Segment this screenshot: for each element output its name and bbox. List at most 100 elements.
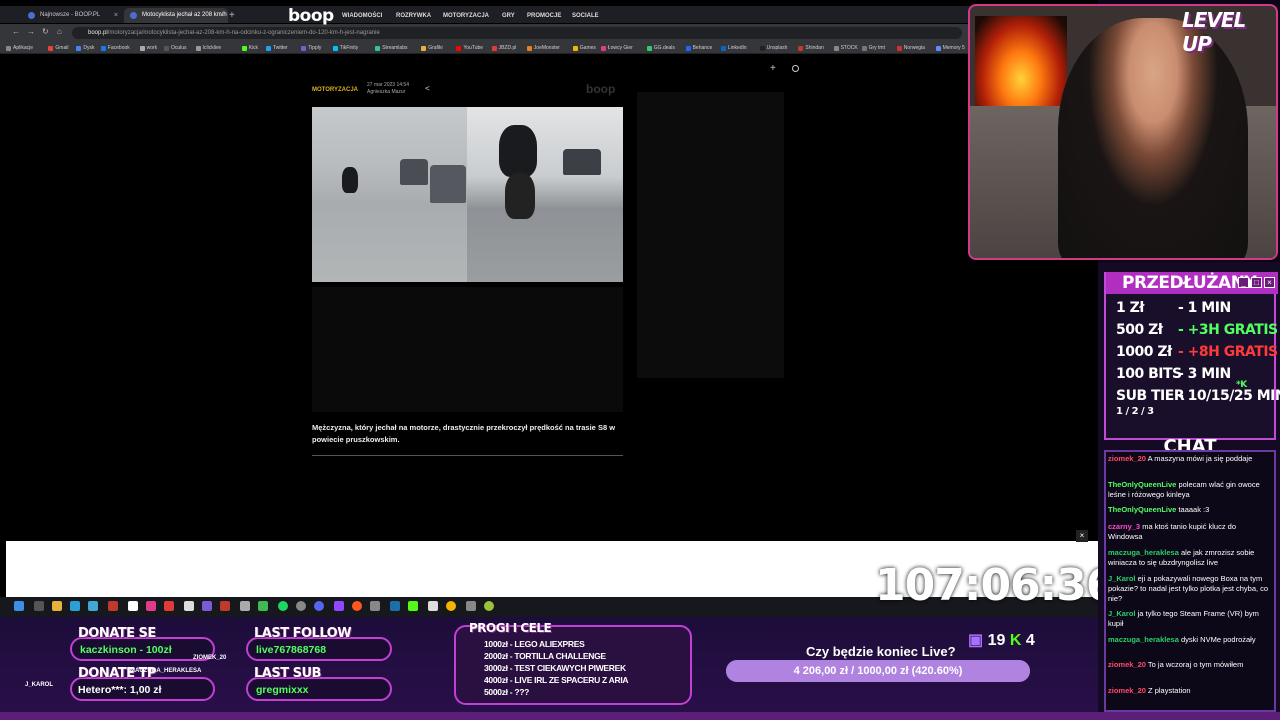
nav-motoryzacja[interactable]: MOTORYZACJA: [443, 13, 489, 19]
close-icon[interactable]: ×: [1076, 530, 1088, 542]
nav-wiadomosci[interactable]: WIADOMOŚCI: [342, 13, 382, 19]
close-tab-icon[interactable]: ×: [114, 8, 118, 23]
bookmark-item[interactable]: Aplikacje: [6, 43, 33, 53]
kick-icon: K: [1009, 632, 1022, 649]
home-icon[interactable]: ⌂: [57, 27, 62, 36]
tab-motocyklista[interactable]: Motocyklista jechał aż 208 km/h ×: [124, 8, 228, 23]
bookmark-label: STOCK: [840, 45, 858, 51]
chat-username: J_Karol: [1108, 609, 1136, 618]
app-icon[interactable]: [108, 601, 118, 611]
search-icon[interactable]: [792, 65, 799, 72]
store-icon[interactable]: [88, 601, 98, 611]
goal-item: 5000zł - ???: [484, 687, 530, 697]
plus-icon[interactable]: +: [770, 63, 776, 74]
url-field[interactable]: boop.pl/motoryzacja/motocyklista-jechal-…: [72, 27, 962, 39]
folder-icon[interactable]: [52, 601, 62, 611]
bookmark-favicon-icon: [301, 46, 307, 51]
bookmark-item[interactable]: Facebook: [100, 43, 130, 53]
chrome-icon[interactable]: [446, 601, 456, 611]
bookmark-item[interactable]: Grafiki: [421, 43, 443, 53]
boop-logo[interactable]: boop: [288, 6, 334, 26]
bookmark-item[interactable]: JBZD.pl: [491, 43, 516, 53]
bookmark-item[interactable]: JoeMonster: [526, 43, 560, 53]
chatter-tag: ZIOMEK_20: [193, 655, 227, 661]
tier-levels: 1 / 2 / 3: [1116, 406, 1154, 417]
nav-rozrywka[interactable]: ROZRYWKA: [396, 13, 431, 19]
app-icon[interactable]: [146, 601, 156, 611]
bookmark-favicon-icon: [798, 46, 804, 51]
bookmark-item[interactable]: Norwegia: [896, 43, 925, 53]
bookmark-item[interactable]: TikFinity: [332, 43, 358, 53]
app-icon[interactable]: [334, 601, 344, 611]
bookmark-item[interactable]: STOCK: [833, 43, 858, 53]
xbox-icon[interactable]: [258, 601, 268, 611]
bookmark-label: Aplikacje: [13, 45, 34, 51]
spotify-icon[interactable]: [278, 601, 288, 611]
nav-promocje[interactable]: PROMOCJE: [527, 13, 561, 19]
goal-item: 3000zł - TEST CIEKAWYCH PIWEREK: [484, 663, 626, 673]
bookmark-item[interactable]: Games: [572, 43, 596, 53]
bookmark-item[interactable]: Tipply: [301, 43, 321, 53]
steam-icon[interactable]: [390, 601, 400, 611]
bookmark-item[interactable]: Behance: [685, 43, 712, 53]
motorcycle-shape: [342, 167, 358, 193]
app-icon[interactable]: [128, 601, 138, 611]
bookmark-item[interactable]: Gmail: [48, 43, 68, 53]
app-icon[interactable]: [220, 601, 230, 611]
bookmark-item[interactable]: Dysk: [76, 43, 95, 53]
app-icon[interactable]: [202, 601, 212, 611]
bookmark-item[interactable]: work: [139, 43, 157, 53]
app-icon[interactable]: [164, 601, 174, 611]
bookmark-item[interactable]: YouTube: [456, 43, 483, 53]
subathon-time: - 10/15/25 MIN: [1178, 388, 1280, 404]
bookmark-item[interactable]: Shindan: [798, 43, 824, 53]
article-category[interactable]: MOTORYZACJA: [312, 87, 358, 93]
video-frame-right: [467, 107, 623, 282]
bookmark-label: Facebook: [107, 45, 130, 51]
app-icon[interactable]: [70, 601, 80, 611]
sidebar-ad-placeholder: [637, 92, 784, 378]
start-icon[interactable]: [14, 601, 24, 611]
reload-icon[interactable]: ↻: [42, 27, 49, 36]
bookmark-item[interactable]: Twitter: [266, 43, 288, 53]
car-shape: [563, 149, 601, 175]
file-icon[interactable]: [184, 601, 194, 611]
car-shape: [430, 165, 466, 203]
bookmark-item[interactable]: Iclicklive: [195, 43, 221, 53]
bookmark-item[interactable]: Streamlabs: [375, 43, 407, 53]
nav-gry[interactable]: GRY: [502, 13, 515, 19]
bookmark-item[interactable]: Unsplash: [759, 43, 788, 53]
ad-placeholder: [312, 287, 623, 412]
tab-najnowsze[interactable]: Najnowsze - BOOP.PL ×: [22, 8, 122, 23]
bookmark-item[interactable]: Oculus: [164, 43, 187, 53]
app-icon[interactable]: [352, 601, 362, 611]
bookmark-item[interactable]: LinkedIn: [720, 43, 747, 53]
bookmark-item[interactable]: GG.deals: [646, 43, 675, 53]
close-tab-icon[interactable]: ×: [220, 8, 224, 23]
discord-icon[interactable]: [314, 601, 324, 611]
search-icon[interactable]: [34, 601, 44, 611]
app-icon[interactable]: [466, 601, 476, 611]
new-tab-icon[interactable]: +: [229, 10, 235, 21]
share-icon[interactable]: <: [425, 84, 430, 93]
bookmark-label: Unsplash: [766, 45, 788, 51]
bookmark-item[interactable]: Kick: [241, 43, 258, 53]
bookmark-item[interactable]: Łowcy Gier: [600, 43, 633, 53]
app-icon[interactable]: [240, 601, 250, 611]
donate-se-value: kaczkinson - 100zł: [80, 644, 172, 656]
bookmark-favicon-icon: [646, 46, 652, 51]
kick-icon[interactable]: [408, 601, 418, 611]
app-icon[interactable]: [484, 601, 494, 611]
app-icon[interactable]: [370, 601, 380, 611]
app-icon[interactable]: [296, 601, 306, 611]
end-live-question: Czy będzie koniec Live?: [806, 644, 956, 659]
bookmark-item[interactable]: Gry tmt: [861, 43, 885, 53]
chatter-tag: J_KAROL: [25, 682, 54, 688]
forward-icon[interactable]: →: [27, 27, 35, 36]
back-icon[interactable]: ←: [12, 27, 20, 36]
app-icon[interactable]: [428, 601, 438, 611]
article-video[interactable]: [312, 107, 623, 282]
article-author: Agnieszka Mazur: [367, 89, 406, 95]
bookmark-item[interactable]: Memory 5: [935, 43, 965, 53]
nav-sociale[interactable]: SOCIALE: [572, 13, 599, 19]
